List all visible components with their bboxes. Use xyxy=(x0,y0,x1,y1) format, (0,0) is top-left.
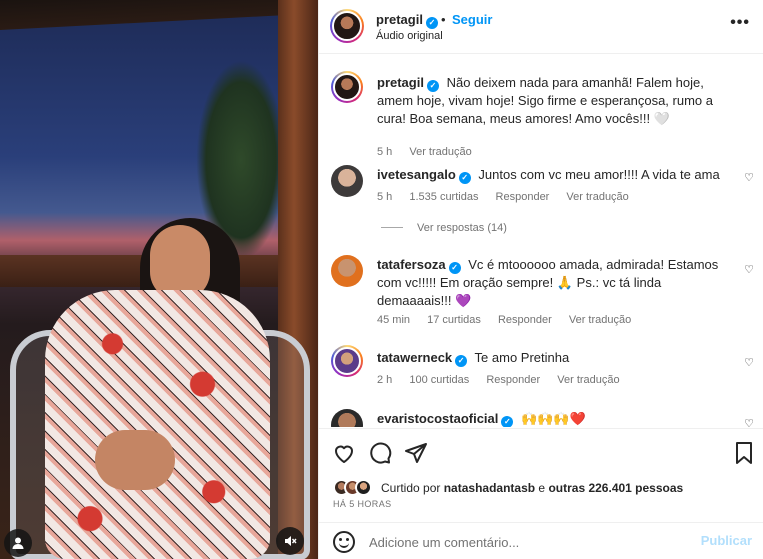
liker-username[interactable]: natashadantasb xyxy=(444,481,535,495)
heart-icon[interactable] xyxy=(332,441,356,465)
comment-text-block: tatafersoza ✓ Vc é mtoooooo amada, admira… xyxy=(377,256,727,310)
bookmark-icon[interactable] xyxy=(732,441,756,465)
heart-icon[interactable]: ♡ xyxy=(744,263,754,276)
caption-meta: 5 h Ver tradução xyxy=(377,146,486,158)
user-tag-icon[interactable] xyxy=(4,529,32,557)
comment-meta: 45 min 17 curtidas Responder Ver traduçã… xyxy=(377,314,645,326)
comment-likes[interactable]: 100 curtidas xyxy=(409,374,469,386)
replies-divider xyxy=(381,227,403,228)
heart-icon[interactable]: ♡ xyxy=(744,417,754,427)
avatar[interactable] xyxy=(331,71,363,103)
reply-button[interactable]: Responder xyxy=(498,314,552,326)
avatar[interactable] xyxy=(331,345,363,377)
see-translation-link[interactable]: Ver tradução xyxy=(557,374,619,386)
likes-connector: e xyxy=(538,481,546,495)
see-translation-link[interactable]: Ver tradução xyxy=(569,314,631,326)
emoji-icon[interactable] xyxy=(333,531,355,553)
comment-username[interactable]: evaristocostaoficial ✓ xyxy=(377,411,514,427)
view-replies-label: Ver respostas (14) xyxy=(417,222,507,234)
post-video[interactable] xyxy=(0,0,318,559)
comments-list[interactable]: pretagil ✓ Não deixem nada para amanhã! F… xyxy=(319,55,763,427)
header-separator: • xyxy=(441,12,446,27)
caption-text-block: pretagil ✓ Não deixem nada para amanhã! F… xyxy=(377,74,737,128)
comment-composer: Publicar xyxy=(319,522,763,559)
likes-count-link[interactable]: outras 226.401 pessoas xyxy=(548,481,683,495)
comment-input[interactable] xyxy=(369,532,669,552)
comment-text-block: tatawerneck ✓ Te amo Pretinha xyxy=(377,349,737,367)
post-header: pretagil ✓ • Seguir Áudio original ••• xyxy=(319,0,763,54)
likes-prefix: Curtido por xyxy=(381,481,441,495)
comment-text: Te amo Pretinha xyxy=(474,350,570,365)
avatar xyxy=(355,479,372,496)
mute-icon[interactable] xyxy=(276,527,304,555)
video-person-hands xyxy=(95,430,175,490)
audio-subtitle[interactable]: Áudio original xyxy=(376,30,443,42)
verified-icon: ✓ xyxy=(425,17,438,29)
heart-icon[interactable]: ♡ xyxy=(744,356,754,369)
post-details-panel: pretagil ✓ • Seguir Áudio original ••• pr… xyxy=(318,0,763,559)
comment-text: Juntos com vc meu amor!!!! A vida te ama xyxy=(478,167,720,182)
comment-username[interactable]: ivetesangalo ✓ xyxy=(377,167,471,184)
post-time: HÁ 5 HORAS xyxy=(333,499,392,509)
video-person-dress xyxy=(45,290,270,559)
see-translation-link[interactable]: Ver tradução xyxy=(566,191,628,203)
verified-icon: ✓ xyxy=(426,80,439,92)
see-translation-link[interactable]: Ver tradução xyxy=(409,146,471,158)
avatar[interactable] xyxy=(331,165,363,197)
more-icon[interactable]: ••• xyxy=(730,14,750,32)
reply-button[interactable]: Responder xyxy=(486,374,540,386)
post-actions-bar xyxy=(319,428,763,476)
video-person-face xyxy=(150,225,210,300)
comment-likes[interactable]: 1.535 curtidas xyxy=(409,191,478,203)
likes-label: Curtido por natashadantasb e outras 226.… xyxy=(381,481,683,495)
follow-button[interactable]: Seguir xyxy=(452,12,492,27)
avatar[interactable] xyxy=(330,9,364,43)
comment-time: 2 h xyxy=(377,374,393,386)
view-replies-link[interactable]: Ver respostas (14) xyxy=(381,222,507,234)
verified-icon: ✓ xyxy=(448,262,461,274)
comment-username[interactable]: tatafersoza ✓ xyxy=(377,257,461,274)
likes-summary: Curtido por natashadantasb e outras 226.… xyxy=(333,478,763,498)
verified-icon: ✓ xyxy=(501,416,514,427)
comment-text: 🙌🙌🙌❤️ xyxy=(521,411,586,426)
comment-username[interactable]: tatawerneck ✓ xyxy=(377,350,468,367)
verified-icon: ✓ xyxy=(455,355,468,367)
comment-likes[interactable]: 17 curtidas xyxy=(427,314,481,326)
comment-time: 45 min xyxy=(377,314,411,326)
comment-text-block: evaristocostaoficial ✓ 🙌🙌🙌❤️ xyxy=(377,410,737,427)
author-username[interactable]: pretagil ✓ xyxy=(376,12,438,29)
avatar[interactable] xyxy=(331,409,363,427)
video-roof xyxy=(0,0,318,30)
avatar[interactable] xyxy=(331,255,363,287)
comment-time: 5 h xyxy=(377,191,393,203)
publish-button[interactable]: Publicar xyxy=(701,533,752,548)
liker-avatars xyxy=(333,478,377,498)
comment-meta: 5 h 1.535 curtidas Responder Ver traduçã… xyxy=(377,191,643,203)
comment-icon[interactable] xyxy=(368,441,392,465)
comment-text-block: ivetesangalo ✓ Juntos com vc meu amor!!!!… xyxy=(377,166,737,184)
verified-icon: ✓ xyxy=(458,172,471,184)
comment-meta: 2 h 100 curtidas Responder Ver tradução xyxy=(377,374,634,386)
reply-button[interactable]: Responder xyxy=(496,191,550,203)
share-icon[interactable] xyxy=(404,441,428,465)
heart-icon[interactable]: ♡ xyxy=(744,171,754,184)
caption-username[interactable]: pretagil ✓ xyxy=(377,75,439,92)
caption-time: 5 h xyxy=(377,146,393,158)
